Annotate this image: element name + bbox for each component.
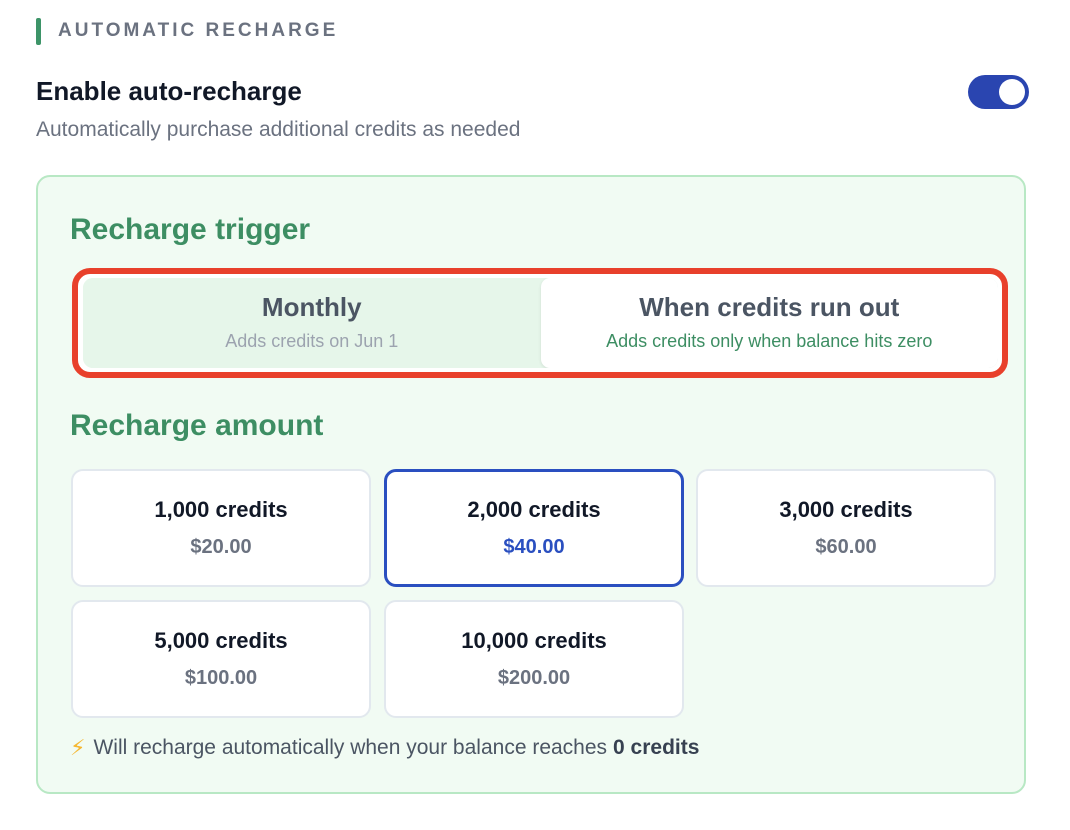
- amount-option-3000[interactable]: 3,000 credits $60.00: [696, 469, 996, 587]
- amount-option-10000[interactable]: 10,000 credits $200.00: [384, 600, 684, 718]
- amount-option-2000[interactable]: 2,000 credits $40.00: [384, 469, 684, 587]
- trigger-option-when-credits-run-out[interactable]: When credits run out Adds credits only w…: [540, 278, 998, 368]
- recharge-settings-panel: Recharge trigger Monthly Adds credits on…: [36, 175, 1026, 794]
- toggle-knob: [999, 79, 1025, 105]
- recharge-note: ⚡ Will recharge automatically when your …: [70, 735, 699, 761]
- enable-auto-recharge-title: Enable auto-recharge: [36, 76, 302, 106]
- recharge-trigger-highlight: Monthly Adds credits on Jun 1 When credi…: [72, 268, 1008, 378]
- amount-price: $20.00: [190, 536, 252, 558]
- trigger-option-label: Monthly: [261, 292, 362, 322]
- section-header: AUTOMATIC RECHARGE: [36, 17, 338, 45]
- section-accent-bar: [36, 17, 41, 45]
- auto-recharge-toggle[interactable]: [968, 75, 1029, 109]
- amount-option-5000[interactable]: 5,000 credits $100.00: [71, 600, 371, 718]
- enable-auto-recharge-description: Automatically purchase additional credit…: [36, 118, 521, 141]
- amount-price: $40.00: [503, 536, 565, 558]
- amount-price: $60.00: [815, 536, 877, 558]
- recharge-note-text: Will recharge automatically when your ba…: [93, 736, 608, 759]
- amount-credits: 5,000 credits: [154, 628, 288, 653]
- amount-credits: 2,000 credits: [467, 497, 601, 522]
- recharge-trigger-segmented-control: Monthly Adds credits on Jun 1 When credi…: [83, 278, 998, 368]
- amount-credits: 10,000 credits: [461, 628, 607, 653]
- section-title: AUTOMATIC RECHARGE: [58, 20, 339, 41]
- amount-option-1000[interactable]: 1,000 credits $20.00: [71, 469, 371, 587]
- trigger-option-label: When credits run out: [639, 292, 900, 322]
- trigger-option-subtext: Adds credits on Jun 1: [225, 331, 399, 351]
- trigger-option-subtext: Adds credits only when balance hits zero: [606, 331, 933, 351]
- amount-credits: 1,000 credits: [154, 497, 288, 522]
- lightning-icon: ⚡: [70, 735, 86, 760]
- recharge-amount-heading: Recharge amount: [70, 409, 324, 442]
- amount-price: $200.00: [497, 667, 571, 689]
- recharge-trigger-heading: Recharge trigger: [70, 213, 311, 246]
- amount-credits: 3,000 credits: [779, 497, 913, 522]
- trigger-option-monthly[interactable]: Monthly Adds credits on Jun 1: [83, 278, 541, 368]
- amount-price: $100.00: [184, 667, 258, 689]
- recharge-note-threshold: 0 credits: [613, 736, 700, 759]
